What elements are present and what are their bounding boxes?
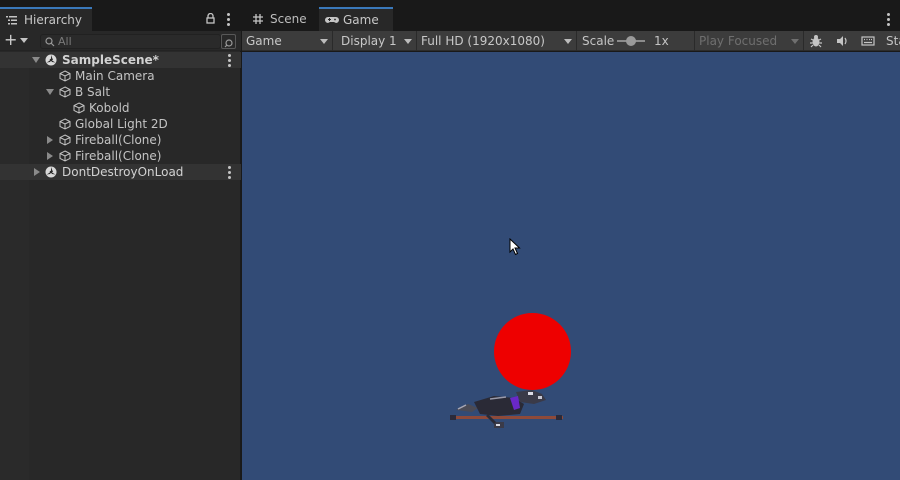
search-input[interactable]: All: [40, 34, 221, 49]
game-menu-icon[interactable]: [887, 13, 891, 27]
tab-game[interactable]: Game: [319, 7, 393, 31]
tree-row[interactable]: Fireball(Clone): [0, 132, 241, 148]
expand-arrow-icon[interactable]: [46, 89, 54, 95]
plus-icon: +: [4, 30, 18, 49]
tree-row-label: Global Light 2D: [75, 117, 168, 131]
scene-menu-icon[interactable]: [228, 166, 232, 180]
mouse-cursor-icon: [509, 238, 521, 256]
unity-editor: Hierarchy + All SampleScene* Main Camera…: [0, 0, 900, 480]
tree-row[interactable]: B Salt: [0, 84, 241, 100]
speaker-icon[interactable]: [835, 34, 849, 48]
search-placeholder: All: [58, 35, 72, 48]
resolution-dropdown[interactable]: Full HD (1920x1080): [417, 31, 577, 51]
tab-scene[interactable]: Scene: [246, 7, 316, 31]
gameobject-cube-icon: [59, 70, 71, 82]
gameobject-cube-icon: [59, 86, 71, 98]
scene-menu-icon[interactable]: [228, 54, 232, 68]
tree-row[interactable]: Main Camera: [0, 68, 241, 84]
game-panel: Scene Game Game Display 1 Full HD (1920x…: [242, 0, 900, 480]
collapse-arrow-icon[interactable]: [47, 136, 53, 144]
kobold-sprite: [450, 390, 563, 428]
hierarchy-toolbar: + All: [0, 31, 241, 51]
chevron-down-icon: [320, 39, 328, 44]
unity-scene-icon: [45, 166, 57, 178]
play-mode-dropdown[interactable]: Play Focused: [694, 31, 804, 51]
game-viewport[interactable]: [242, 52, 900, 480]
scale-slider-handle[interactable]: [626, 36, 636, 46]
search-icon: [45, 37, 55, 50]
keyboard-icon[interactable]: [861, 34, 875, 48]
collapse-arrow-icon[interactable]: [47, 152, 53, 160]
tab-scene-label: Scene: [270, 12, 307, 26]
lock-icon[interactable]: [206, 12, 215, 27]
tree-row-label: SampleScene*: [62, 53, 159, 67]
grid-icon: [252, 13, 266, 25]
tree-row-label: Fireball(Clone): [75, 149, 162, 163]
hierarchy-panel: Hierarchy + All SampleScene* Main Camera…: [0, 0, 241, 480]
game-mode-dropdown[interactable]: Game: [242, 31, 333, 51]
tree-row-label: DontDestroyOnLoad: [62, 165, 184, 179]
search-type-icon: [224, 37, 234, 51]
tree-row[interactable]: Global Light 2D: [0, 116, 241, 132]
display-dropdown[interactable]: Display 1: [333, 31, 417, 51]
scale-label: Scale: [582, 34, 615, 48]
fireball-sprite: [494, 313, 571, 390]
game-tabstrip: Scene Game: [242, 0, 900, 31]
game-mode-value: Game: [246, 34, 282, 48]
scale-value: 1x: [654, 34, 669, 48]
tree-row-label: Kobold: [89, 101, 130, 115]
chevron-down-icon: [404, 39, 412, 44]
search-by-type-button[interactable]: [221, 34, 236, 49]
display-value: Display 1: [341, 34, 397, 48]
unity-scene-icon: [45, 54, 57, 66]
tree-row-dontdestroy[interactable]: DontDestroyOnLoad: [0, 164, 241, 180]
game-toolbar: Game Display 1 Full HD (1920x1080) Scale…: [242, 31, 900, 51]
create-button[interactable]: +: [4, 30, 30, 49]
tree-row-scene[interactable]: SampleScene*: [0, 52, 241, 68]
bug-icon[interactable]: [809, 34, 823, 48]
tree-row[interactable]: Kobold: [0, 100, 241, 116]
chevron-down-icon: [20, 38, 28, 43]
play-mode-value: Play Focused: [699, 34, 778, 48]
tab-hierarchy[interactable]: Hierarchy: [0, 7, 92, 31]
gameobject-cube-icon: [59, 150, 71, 162]
list-icon: [6, 14, 20, 26]
chevron-down-icon: [564, 39, 572, 44]
tab-game-label: Game: [343, 13, 379, 27]
stats-button[interactable]: Sta: [886, 31, 900, 51]
hierarchy-menu-icon[interactable]: [227, 13, 231, 27]
resolution-value: Full HD (1920x1080): [421, 34, 545, 48]
gameobject-cube-icon: [59, 134, 71, 146]
hierarchy-tree: SampleScene* Main Camera B Salt Kobold G…: [0, 52, 241, 180]
expand-arrow-icon[interactable]: [32, 57, 40, 63]
chevron-down-icon: [791, 39, 799, 44]
tree-row-label: Main Camera: [75, 69, 155, 83]
gameobject-cube-icon: [59, 118, 71, 130]
tree-row-label: B Salt: [75, 85, 111, 99]
gamepad-icon: [325, 14, 339, 26]
tab-hierarchy-label: Hierarchy: [24, 13, 83, 27]
tree-row-label: Fireball(Clone): [75, 133, 162, 147]
collapse-arrow-icon[interactable]: [34, 168, 40, 176]
gameobject-cube-icon: [73, 102, 85, 114]
hierarchy-tabstrip: Hierarchy: [0, 0, 241, 31]
tree-row[interactable]: Fireball(Clone): [0, 148, 241, 164]
